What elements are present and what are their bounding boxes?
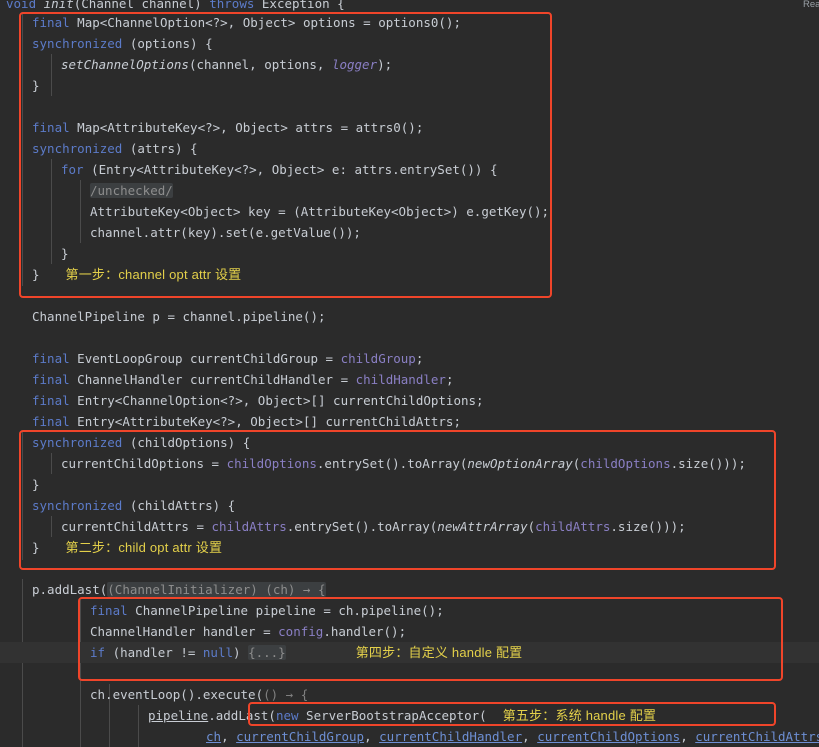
code-lines: final Map<ChannelOption<?>, Object> opti… [0, 12, 819, 747]
editor-surface[interactable]: void init(Channel channel) throws Except… [0, 0, 819, 747]
editor-status-label: Rea [803, 0, 819, 10]
code-line[interactable]: ch.eventLoop().execute(() → { [0, 684, 819, 705]
code-line[interactable]: p.addLast((ChannelInitializer) (ch) → { [0, 579, 819, 600]
code-line[interactable]: AttributeKey<Object> key = (AttributeKey… [0, 201, 819, 222]
code-line[interactable]: synchronized (childOptions) { [0, 432, 819, 453]
code-line[interactable]: pipeline.addLast(new ServerBootstrapAcce… [0, 705, 819, 726]
code-line[interactable]: for (Entry<AttributeKey<?>, Object> e: a… [0, 159, 819, 180]
code-line[interactable]: setChannelOptions(channel, options, logg… [0, 54, 819, 75]
code-line[interactable]: synchronized (attrs) { [0, 138, 819, 159]
code-line-folded-comment[interactable]: /unchecked/ [0, 180, 819, 201]
code-line[interactable]: final Map<AttributeKey<?>, Object> attrs… [0, 117, 819, 138]
code-line[interactable]: currentChildAttrs = childAttrs.entrySet(… [0, 516, 819, 537]
code-line[interactable]: final EventLoopGroup currentChildGroup =… [0, 348, 819, 369]
code-line[interactable]: } [0, 243, 819, 264]
code-line[interactable]: ChannelHandler handler = config.handler(… [0, 621, 819, 642]
code-line[interactable]: } [0, 75, 819, 96]
annotation-step-1: 第一步：channel opt attr 设置 [65, 267, 242, 282]
code-line[interactable]: final ChannelHandler currentChildHandler… [0, 369, 819, 390]
annotation-step-2: 第二步：child opt attr 设置 [65, 540, 223, 555]
code-line[interactable]: channel.attr(key).set(e.getValue()); [0, 222, 819, 243]
code-line[interactable]: if (handler != null) {...} 第四步：自定义 handle… [0, 642, 819, 663]
code-line[interactable]: } 第一步：channel opt attr 设置 [0, 264, 819, 285]
code-line[interactable]: synchronized (childAttrs) { [0, 495, 819, 516]
code-line[interactable]: synchronized (options) { [0, 33, 819, 54]
code-line[interactable]: final Entry<ChannelOption<?>, Object>[] … [0, 390, 819, 411]
code-editor-screenshot: void init(Channel channel) throws Except… [0, 0, 819, 747]
annotation-step-5: 第五步：系统 handle 配置 [502, 708, 657, 723]
code-line[interactable]: } [0, 474, 819, 495]
code-line[interactable]: ch, currentChildGroup, currentChildHandl… [0, 726, 819, 747]
scrolled-off-signature-line: void init(Channel channel) throws Except… [6, 0, 345, 11]
code-line[interactable]: ChannelPipeline p = channel.pipeline(); [0, 306, 819, 327]
code-line[interactable]: final ChannelPipeline pipeline = ch.pipe… [0, 600, 819, 621]
code-line[interactable]: final Map<ChannelOption<?>, Object> opti… [0, 12, 819, 33]
annotation-step-4: 第四步：自定义 handle 配置 [355, 645, 523, 660]
code-line[interactable]: final Entry<AttributeKey<?>, Object>[] c… [0, 411, 819, 432]
code-line[interactable]: } 第二步：child opt attr 设置 [0, 537, 819, 558]
code-line[interactable]: currentChildOptions = childOptions.entry… [0, 453, 819, 474]
